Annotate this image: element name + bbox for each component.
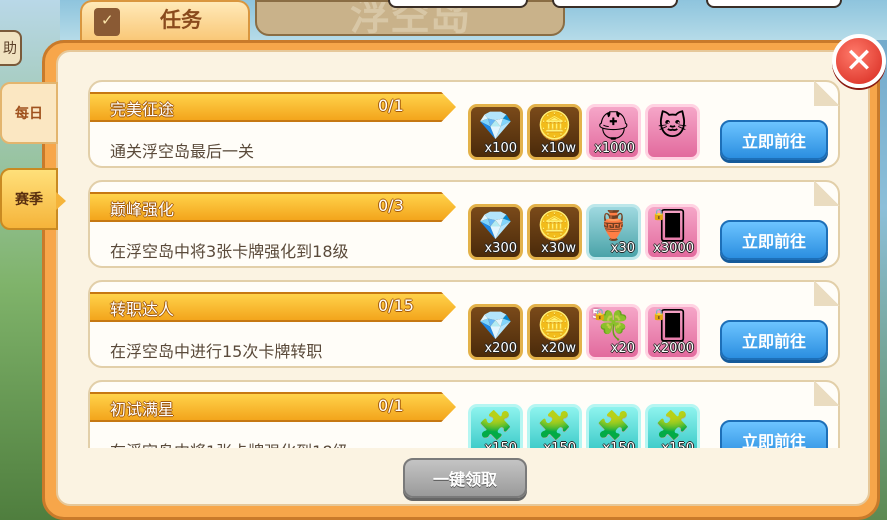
reward-quantity: x30w [541, 241, 576, 256]
go-now-button[interactable]: 立即前往 [720, 120, 828, 160]
reward-list: 💎 x300 🪙 x30w 🏺 x30 🔒 🂠 x3000 [468, 204, 700, 260]
reward-item[interactable]: 🔒 🂠 x3000 [645, 204, 700, 260]
purple-puzzle-icon: 🧩 [655, 409, 690, 442]
reward-item[interactable]: 💎 x300 [468, 204, 523, 260]
panel-title: 任务 [160, 8, 202, 32]
reward-item[interactable]: 🧩 x150 [645, 404, 700, 448]
task-name: 巅峰强化 [110, 200, 175, 219]
reward-quantity: x20 [610, 341, 635, 356]
tab-daily[interactable]: 每日 [0, 82, 58, 144]
task-description: 在浮空岛中将3张卡牌强化到18级 [110, 242, 349, 261]
task-progress: 0/3 [378, 196, 404, 215]
task-progress: 0/1 [378, 96, 404, 115]
currency-bar [552, 0, 678, 8]
reward-quantity: x150 [484, 441, 517, 448]
reward-item[interactable]: 🪙 x10w [527, 104, 582, 160]
lock-icon: 🔒 [593, 308, 607, 321]
tab-season[interactable]: 赛季 [0, 168, 66, 230]
task-name: 转职达人 [110, 300, 175, 319]
diamond-icon: 💎 [478, 209, 513, 242]
close-button[interactable]: ✕ [832, 34, 886, 88]
diamond-icon: 💎 [478, 109, 513, 142]
gold-coin-icon: 🪙 [537, 109, 572, 142]
reward-quantity: x150 [602, 441, 635, 448]
reward-item[interactable]: 🪙 x30w [527, 204, 582, 260]
task-header-ribbon: 转职达人 0/15 [90, 292, 456, 322]
blue-puzzle-icon: 🧩 [478, 409, 513, 442]
task-row: 巅峰强化 0/3 在浮空岛中将3张卡牌强化到18级 💎 x300 🪙 x30w … [88, 180, 840, 268]
gold-coin-icon: 🪙 [537, 209, 572, 242]
reward-item[interactable]: 🧩 x150 [527, 404, 582, 448]
task-row: 完美征途 0/1 通关浮空岛最后一关 💎 x100 🪙 x10w ⛑ x1000… [88, 80, 840, 168]
reward-list: 🧩 x150 🧩 x150 🧩 x150 🧩 x150 [468, 404, 700, 448]
go-now-button[interactable]: 立即前往 [720, 420, 828, 448]
page-fold-corner [814, 280, 840, 306]
task-progress: 0/1 [378, 396, 404, 415]
reward-quantity: x3000 [653, 241, 694, 256]
lock-icon: 🔒 [652, 208, 666, 221]
reward-quantity: x150 [543, 441, 576, 448]
close-icon: ✕ [844, 41, 874, 81]
reward-list: 💎 x100 🪙 x10w ⛑ x1000 🐱 [468, 104, 700, 160]
lock-icon: 🔒 [652, 308, 666, 321]
reward-quantity: x10w [541, 141, 576, 156]
task-row: 初试满星 0/1 在浮空岛中将1张卡牌强化到18级 🧩 x150 🧩 x150 … [88, 380, 840, 448]
cat-avatar-icon: 🐱 [657, 109, 688, 142]
reward-quantity: x100 [484, 141, 517, 156]
go-now-button[interactable]: 立即前往 [720, 220, 828, 260]
task-row: 转职达人 0/15 在浮空岛中进行15次卡牌转职 💎 x200 🪙 x20w 5… [88, 280, 840, 368]
task-header-ribbon: 完美征途 0/1 [90, 92, 456, 122]
page-fold-corner [814, 180, 840, 206]
reward-item[interactable]: 🐱 [645, 104, 700, 160]
diamond-icon: 💎 [478, 309, 513, 342]
reward-item[interactable]: 🏺 x30 [586, 204, 641, 260]
knight-helmet-icon: ⛑ [595, 109, 632, 142]
reward-item[interactable]: 🧩 x150 [586, 404, 641, 448]
yellow-puzzle-icon: 🧩 [596, 409, 631, 442]
claim-all-button[interactable]: 一键领取 [403, 458, 527, 498]
reward-item[interactable]: 🧩 x150 [468, 404, 523, 448]
help-tab[interactable]: 助 [0, 30, 22, 66]
currency-bar [706, 0, 842, 8]
green-puzzle-icon: 🧩 [537, 409, 572, 442]
task-header-ribbon: 初试满星 0/1 [90, 392, 456, 422]
reward-item[interactable]: 💎 x200 [468, 304, 523, 360]
task-header-ribbon: 巅峰强化 0/3 [90, 192, 456, 222]
gold-coin-icon: 🪙 [537, 309, 572, 342]
reward-item[interactable]: 🪙 x20w [527, 304, 582, 360]
reward-quantity: x150 [661, 441, 694, 448]
task-description: 在浮空岛中将1张卡牌强化到18级 [110, 438, 349, 448]
task-name: 完美征途 [110, 100, 175, 119]
reward-quantity: x1000 [594, 141, 635, 156]
reward-item[interactable]: ⛑ x1000 [586, 104, 641, 160]
reward-item[interactable]: 🔒 🂠 x2000 [645, 304, 700, 360]
currency-bar [388, 0, 528, 8]
task-description: 在浮空岛中进行15次卡牌转职 [110, 342, 323, 361]
task-list[interactable]: 完美征途 0/1 通关浮空岛最后一关 💎 x100 🪙 x10w ⛑ x1000… [88, 80, 840, 448]
clipboard-icon [94, 8, 120, 36]
potion-jar-icon: 🏺 [596, 209, 631, 242]
task-progress: 0/15 [378, 296, 414, 315]
reward-quantity: x30 [610, 241, 635, 256]
reward-list: 💎 x200 🪙 x20w 5 🔒 🍀 x20 🔒 🂠 x2000 [468, 304, 700, 360]
page-fold-corner [814, 380, 840, 406]
reward-quantity: x2000 [653, 341, 694, 356]
reward-quantity: x200 [484, 341, 517, 356]
task-description: 通关浮空岛最后一关 [110, 142, 255, 161]
reward-quantity: x20w [541, 341, 576, 356]
reward-item[interactable]: 💎 x100 [468, 104, 523, 160]
page-fold-corner [814, 80, 840, 106]
task-name: 初试满星 [110, 400, 175, 419]
reward-quantity: x300 [484, 241, 517, 256]
reward-item[interactable]: 5 🔒 🍀 x20 [586, 304, 641, 360]
go-now-button[interactable]: 立即前往 [720, 320, 828, 360]
